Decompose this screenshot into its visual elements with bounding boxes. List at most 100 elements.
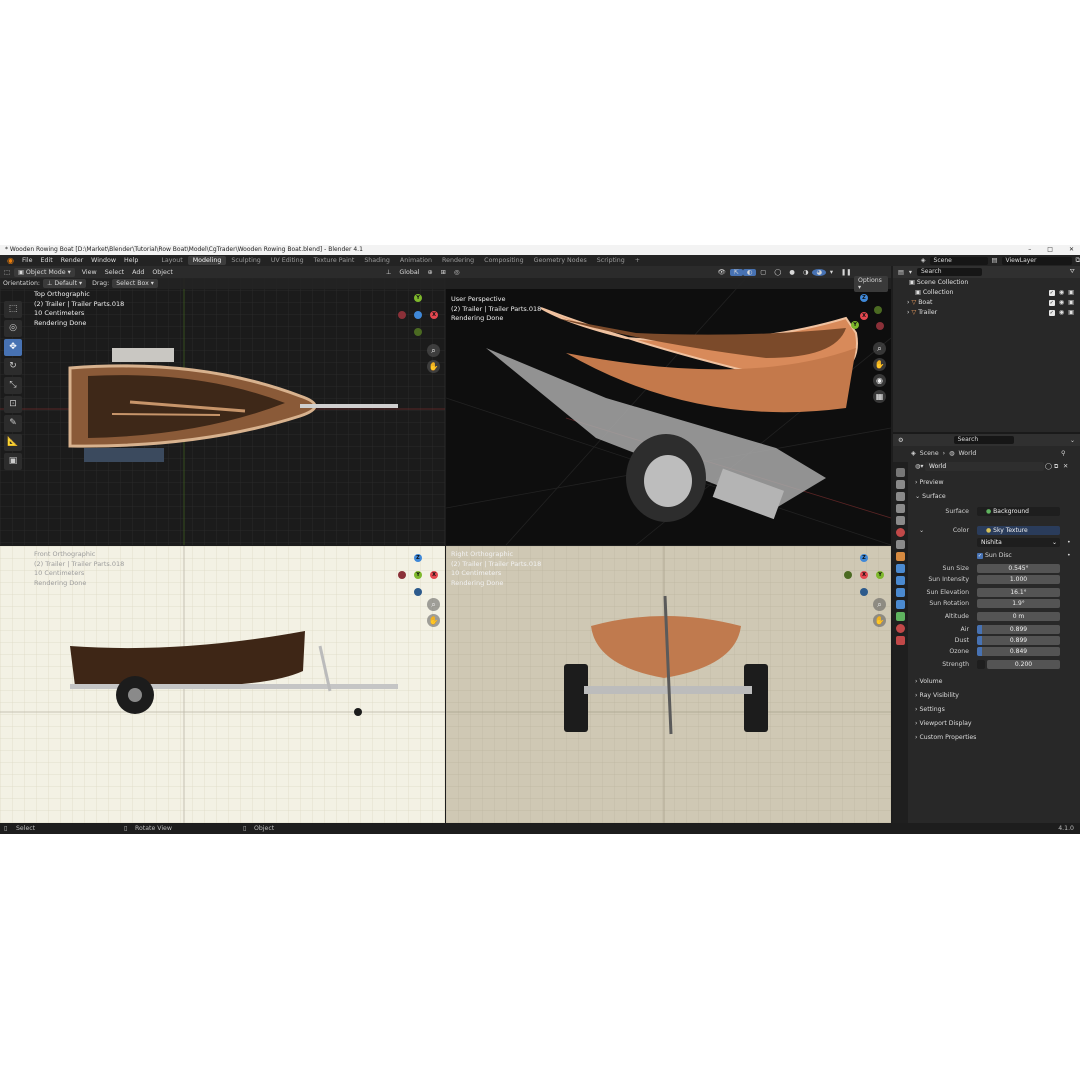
gizmo-z-axis[interactable] [414,311,422,319]
menu-add[interactable]: Add [128,269,148,276]
transform-orientation-selector[interactable]: Global [395,269,423,276]
options-chevron-icon[interactable]: ⌄ [1070,437,1075,444]
editor-type-icon[interactable]: ⬚ [0,269,14,276]
menu-window[interactable]: Window [87,257,120,264]
menu-view[interactable]: View [78,269,101,276]
panel-viewport-display[interactable]: › Viewport Display [915,719,972,729]
sun-elevation-field[interactable]: 16.1° [977,588,1060,597]
gizmo-z-axis[interactable]: Z [414,554,422,562]
modifier-tab-icon[interactable] [896,564,905,573]
measure-tool-icon[interactable]: 📐 [4,434,22,451]
outliner-item-trailer[interactable]: › ▽ Trailer ✓ ◉ ▣ [893,308,1080,318]
exclude-checkbox[interactable]: ✓ [1048,310,1055,316]
properties-editor-icon[interactable]: ⚙ [898,437,904,444]
properties-search-input[interactable]: Search [953,436,1014,444]
gizmo-x-axis[interactable]: X [430,311,438,319]
tab-animation[interactable]: Animation [395,256,437,265]
minimize-button[interactable]: – [1028,245,1031,255]
scene-selector[interactable]: Scene [929,256,988,265]
mode-selector[interactable]: ▣ Object Mode ▾ [13,267,75,277]
unlink-icon[interactable]: ✕ [1063,462,1068,472]
shading-options-icon[interactable]: ▾ [826,269,837,276]
viewport-front[interactable]: Front Orthographic (2) Trailer | Trailer… [0,546,445,823]
pan-hand-icon[interactable]: ✋ [873,614,886,627]
gizmo-neg-y[interactable] [414,328,422,336]
gizmo-z-axis[interactable]: Z [860,554,868,562]
proportional-edit-icon[interactable]: ◎ [450,269,464,276]
collection-tab-icon[interactable] [896,540,905,549]
collapse-chevron-icon[interactable]: ⌄ [919,526,924,536]
navigation-gizmo-right[interactable]: Z Y X [842,552,886,596]
gizmo-y-axis[interactable]: Y [876,571,884,579]
outliner-editor-icon[interactable]: ▤ [898,269,904,276]
fake-user-icon[interactable]: ◯ [1045,462,1052,472]
outliner-item-collection[interactable]: ▣ Collection ✓ ◉ ▣ [893,288,1080,298]
altitude-field[interactable]: 0 m [977,612,1060,621]
gizmo-neg-x[interactable] [398,571,406,579]
viewport-top[interactable]: Top Orthographic (2) Trailer | Trailer P… [0,278,445,545]
display-mode-icon[interactable]: ▾ [909,269,912,276]
gizmo-toggle-icon[interactable]: ⇱ [729,268,743,276]
tab-geometry-nodes[interactable]: Geometry Nodes [529,256,592,265]
menu-help[interactable]: Help [120,257,142,264]
gizmo-neg-z[interactable] [860,588,868,596]
rotate-tool-icon[interactable]: ↻ [4,358,22,375]
texture-tab-icon[interactable] [896,636,905,645]
maximize-button[interactable]: □ [1047,245,1053,255]
pan-hand-icon[interactable]: ✋ [427,360,440,373]
tab-sculpting[interactable]: Sculpting [226,256,265,265]
data-tab-icon[interactable] [896,612,905,621]
ozone-slider[interactable]: 0.849 [977,647,1060,656]
render-tab-icon[interactable] [896,480,905,489]
gizmo-y-axis[interactable]: Y [414,294,422,302]
move-tool-icon[interactable]: ✥ [4,339,22,356]
view-layer-tab-icon[interactable] [896,504,905,513]
zoom-icon[interactable]: ⌕ [873,598,886,611]
navigation-gizmo-front[interactable]: Z X Y [396,552,440,596]
gizmo-neg-x[interactable] [398,311,406,319]
gizmo-y-axis[interactable]: Y [851,321,859,329]
gizmo-x-axis[interactable]: X [860,571,868,579]
panel-volume[interactable]: › Volume [915,677,942,687]
duplicate-icon[interactable]: ⧉ [1054,462,1058,472]
outliner-search-input[interactable]: Search [916,268,982,276]
tab-uv-editing[interactable]: UV Editing [266,256,309,265]
sun-size-field[interactable]: 0.545° [977,564,1060,573]
pan-hand-icon[interactable]: ✋ [427,614,440,627]
zoom-icon[interactable]: ⌕ [873,342,886,355]
tab-scripting[interactable]: Scripting [592,256,630,265]
surface-shader-field[interactable]: ● Background [977,507,1060,516]
sun-intensity-field[interactable]: 1.000 [977,575,1060,584]
viewport-perspective[interactable]: User Perspective (2) Trailer | Trailer P… [446,278,891,545]
select-tool-icon[interactable]: ⬚ [4,301,22,318]
visibility-icon[interactable]: 👁 [714,268,730,276]
output-tab-icon[interactable] [896,492,905,501]
pivot-icon[interactable]: ⊕ [423,269,436,276]
filter-icon[interactable]: ⛛ [1070,268,1075,276]
expand-arrow-icon[interactable]: › [907,309,909,316]
cursor-tool-icon[interactable]: ◎ [4,320,22,337]
eye-icon[interactable]: ◉ [1059,288,1064,298]
panel-ray-visibility[interactable]: › Ray Visibility [915,691,959,701]
constraints-tab-icon[interactable] [896,600,905,609]
outliner-item-scene-collection[interactable]: ▣ Scene Collection [893,278,1080,288]
pan-hand-icon[interactable]: ✋ [873,358,886,371]
view-layer-selector[interactable]: ViewLayer [1001,256,1072,265]
shading-material-icon[interactable]: ◑ [799,269,813,276]
sun-disc-checkbox[interactable]: ✓ Sun Disc [977,551,1012,561]
gizmo-neg-x[interactable] [876,322,884,330]
drag-selector[interactable]: Select Box ▾ [112,279,158,288]
menu-select[interactable]: Select [101,269,128,276]
scene-tab-icon[interactable] [896,516,905,525]
xray-icon[interactable]: ▢ [756,269,770,276]
snap-icon[interactable]: ⊞ [437,269,450,276]
world-name-field[interactable]: World [925,462,1044,471]
camera-view-icon[interactable]: ◉ [873,374,886,387]
panel-settings[interactable]: › Settings [915,705,945,715]
viewport-right[interactable]: Right Orthographic (2) Trailer | Trailer… [446,546,891,823]
breadcrumb-scene[interactable]: Scene [920,449,939,459]
gizmo-x-axis[interactable]: X [860,312,868,320]
shading-wireframe-icon[interactable]: ◯ [770,269,785,276]
menu-edit[interactable]: Edit [37,257,57,264]
exclude-checkbox[interactable]: ✓ [1048,300,1055,306]
